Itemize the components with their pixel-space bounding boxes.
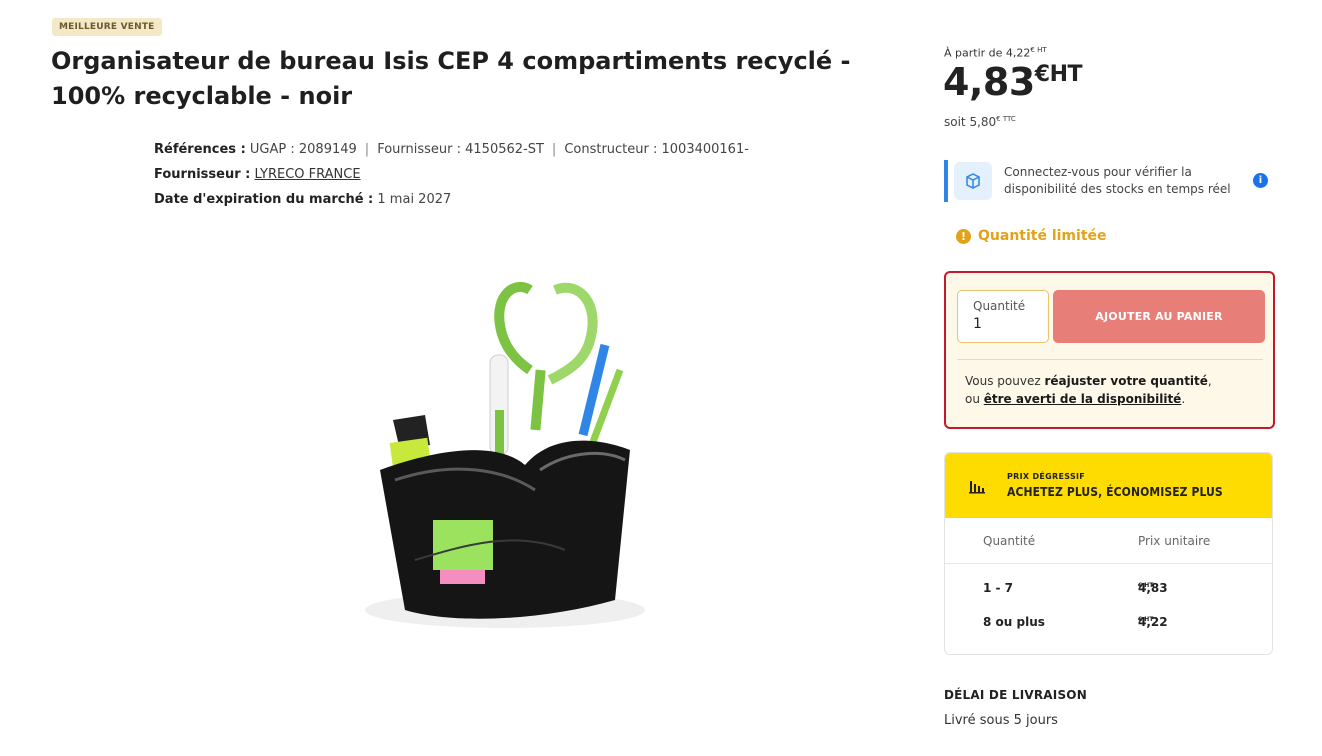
limited-quantity-text: Quantité limitée xyxy=(978,228,1107,244)
add-to-cart-panel: Quantité AJOUTER AU PANIER Vous pouvez r… xyxy=(944,271,1275,429)
supplier-link[interactable]: LYRECO FRANCE xyxy=(255,167,361,182)
stock-notice: Connectez-vous pour vérifier la disponib… xyxy=(944,160,1274,202)
references-line: Références : UGAP : 2089149 | Fournisseur … xyxy=(154,142,749,157)
row-price: 4,22 € HT xyxy=(1138,615,1168,629)
scissors-icon xyxy=(494,281,598,431)
box-icon xyxy=(954,162,992,200)
from-price: À partir de 4,22€ HT xyxy=(944,46,1047,60)
chart-bars-icon xyxy=(969,480,985,493)
price-unit: €HT xyxy=(1034,62,1083,87)
expiry-label: Date d'expiration du marché : xyxy=(154,192,374,207)
product-title: Organisateur de bureau Isis CEP 4 compar… xyxy=(51,47,851,110)
note-or: ou xyxy=(965,392,984,406)
row-qty: 1 - 7 xyxy=(983,581,1014,595)
col-unit-price: Prix unitaire xyxy=(1138,534,1211,548)
from-price-text: À partir de 4,22 xyxy=(944,46,1031,60)
row-qty: 8 ou plus xyxy=(983,615,1045,629)
warning-icon: ! xyxy=(956,228,971,244)
col-quantity: Quantité xyxy=(983,534,1036,548)
row-price: 4,83 € HT xyxy=(1138,581,1168,595)
expiry-line: Date d'expiration du marché : 1 mai 2027 xyxy=(154,187,749,212)
supplier-label: Fournisseur : xyxy=(154,167,251,182)
limited-quantity: ! Quantité limitée xyxy=(956,228,1107,244)
row-price-value: 4,83 xyxy=(1138,581,1168,595)
delivery-value: Livré sous 5 jours xyxy=(944,713,1058,728)
references-label: Références : xyxy=(154,142,246,157)
table-row: 1 - 7 4,83 € HT xyxy=(945,581,1272,611)
delivery-title: DÉLAI DE LIVRAISON xyxy=(944,688,1087,702)
note-end: . xyxy=(1181,392,1186,406)
degressive-price-panel: PRIX DÉGRESSIF ACHETEZ PLUS, ÉCONOMISEZ … xyxy=(944,452,1273,655)
bestseller-badge: MEILLEURE VENTE xyxy=(52,18,162,36)
notify-availability-link[interactable]: être averti de la disponibilité xyxy=(984,392,1182,406)
quantity-label: Quantité xyxy=(973,299,1026,313)
info-icon[interactable]: i xyxy=(1253,173,1268,188)
supplier-line: Fournisseur : LYRECO FRANCE xyxy=(154,162,749,187)
degressive-subtitle: PRIX DÉGRESSIF xyxy=(1007,471,1086,481)
from-price-unit: € HT xyxy=(1030,46,1047,54)
note-adjust: réajuster votre quantité xyxy=(1044,374,1208,388)
price-value: 4,83 xyxy=(943,60,1035,104)
product-image[interactable] xyxy=(345,280,665,680)
product-meta: Références : UGAP : 2089149 | Fournisseur … xyxy=(154,137,749,212)
row-price-value: 4,22 xyxy=(1138,615,1168,629)
quantity-input[interactable] xyxy=(973,316,1033,332)
table-row: 8 ou plus 4,22 € HT xyxy=(945,615,1272,645)
degressive-title: ACHETEZ PLUS, ÉCONOMISEZ PLUS xyxy=(1007,484,1223,499)
ttc-unit: € TTC xyxy=(996,115,1016,123)
ttc-price: soit 5,80€ TTC xyxy=(944,115,1016,129)
ugap-ref: UGAP : 2089149 xyxy=(249,142,357,157)
degressive-columns: Quantité Prix unitaire xyxy=(945,518,1272,564)
ttc-text: soit 5,80 xyxy=(944,115,997,129)
quantity-field[interactable]: Quantité xyxy=(957,290,1049,343)
supplier-ref: Fournisseur : 4150562-ST xyxy=(377,142,544,157)
expiry-value: 1 mai 2027 xyxy=(377,192,452,207)
add-to-cart-button[interactable]: AJOUTER AU PANIER xyxy=(1053,290,1265,343)
note-comma: , xyxy=(1207,374,1212,388)
availability-note: Vous pouvez réajuster votre quantité, ou… xyxy=(965,372,1212,408)
manufacturer-ref: Constructeur : 1003400161- xyxy=(564,142,749,157)
divider xyxy=(957,359,1263,360)
degressive-header: PRIX DÉGRESSIF ACHETEZ PLUS, ÉCONOMISEZ … xyxy=(945,453,1272,518)
main-price: 4,83€HT xyxy=(943,60,1083,104)
stock-notice-text[interactable]: Connectez-vous pour vérifier la disponib… xyxy=(1004,164,1234,198)
note-prefix: Vous pouvez xyxy=(965,374,1045,388)
